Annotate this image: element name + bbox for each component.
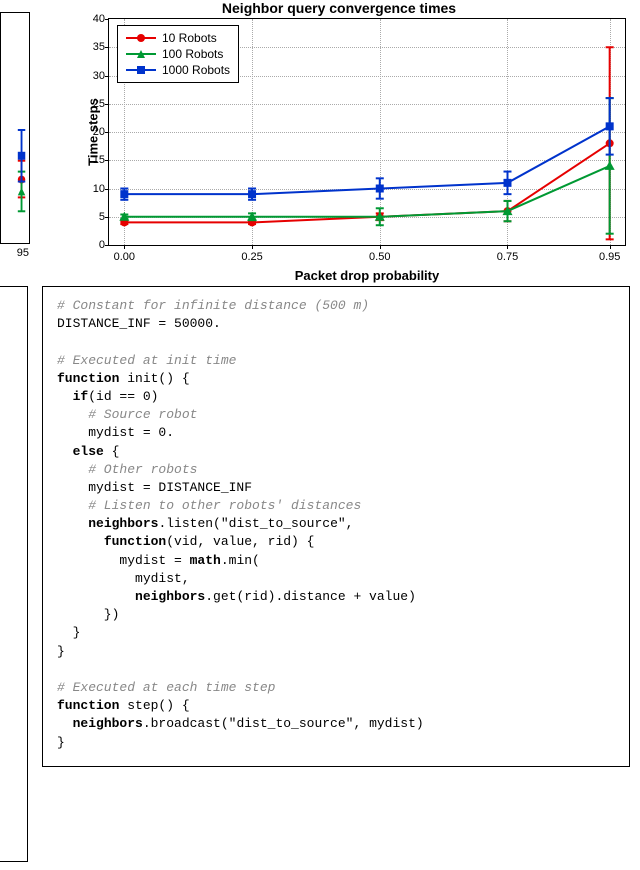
x-axis-label: Packet drop probability bbox=[295, 268, 439, 283]
y-tick-label: 15 bbox=[79, 154, 105, 166]
main-chart: Neighbor query convergence times Time st… bbox=[46, 0, 632, 280]
legend-label: 10 Robots bbox=[162, 31, 217, 45]
y-tick-label: 35 bbox=[79, 41, 105, 53]
legend-swatch-100 bbox=[126, 47, 156, 61]
code-region: # Constant for infinite distance (500 m)… bbox=[0, 286, 640, 767]
partial-left-chart-sliver: 95 bbox=[0, 12, 30, 244]
y-tick-label: 25 bbox=[79, 98, 105, 110]
chart-region: 95 Neighbor query convergence times Time… bbox=[0, 0, 640, 280]
partial-left-code-sliver bbox=[0, 286, 28, 862]
plot-area: Time steps Packet drop probability 05101… bbox=[108, 18, 626, 246]
x-tick-label: 0.25 bbox=[241, 251, 262, 263]
chart-title: Neighbor query convergence times bbox=[46, 0, 632, 16]
x-tick-label: 0.00 bbox=[114, 251, 135, 263]
y-tick-label: 30 bbox=[79, 70, 105, 82]
x-tick-label: 0.50 bbox=[369, 251, 390, 263]
y-tick-label: 0 bbox=[79, 239, 105, 251]
code-panel: # Constant for infinite distance (500 m)… bbox=[42, 286, 630, 767]
y-tick-label: 10 bbox=[79, 183, 105, 195]
legend-swatch-1000 bbox=[126, 63, 156, 77]
y-tick-label: 20 bbox=[79, 126, 105, 138]
y-tick-label: 5 bbox=[79, 211, 105, 223]
legend-label: 1000 Robots bbox=[162, 63, 230, 77]
legend-label: 100 Robots bbox=[162, 47, 223, 61]
legend: 10 Robots 100 Robots 1000 Robots bbox=[117, 25, 239, 83]
x-tick-label: 0.75 bbox=[497, 251, 518, 263]
legend-row: 1000 Robots bbox=[126, 62, 230, 78]
y-tick-label: 40 bbox=[79, 13, 105, 25]
legend-row: 10 Robots bbox=[126, 30, 230, 46]
legend-swatch-10 bbox=[126, 31, 156, 45]
x-tick-label: 0.95 bbox=[599, 251, 620, 263]
legend-row: 100 Robots bbox=[126, 46, 230, 62]
sliver-svg bbox=[1, 13, 29, 243]
sliver-x-tick: 95 bbox=[17, 247, 29, 259]
